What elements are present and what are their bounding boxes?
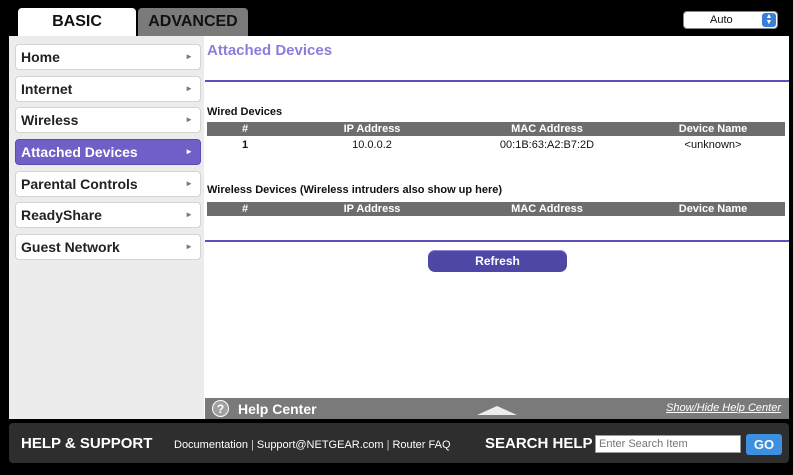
column-header-num: # (241, 123, 249, 135)
top-bar: BASIC ADVANCED Auto ▲ ▼ (0, 0, 793, 36)
column-header-device-name: Device Name (678, 203, 748, 215)
wired-devices-label: Wired Devices (207, 106, 283, 118)
tab-advanced[interactable]: ADVANCED (138, 8, 248, 36)
column-header-num: # (241, 203, 249, 215)
cell-device-name: <unknown> (684, 139, 742, 151)
link-separator: | (251, 439, 254, 451)
search-help-title: SEARCH HELP (485, 435, 593, 452)
router-faq-link[interactable]: Router FAQ (392, 439, 450, 451)
cell-ip: 10.0.0.2 (352, 139, 392, 151)
select-arrows-icon: ▲ ▼ (762, 13, 776, 27)
chevron-right-icon: ► (185, 52, 193, 61)
go-button[interactable]: GO (746, 434, 782, 455)
table-row: 1 10.0.0.2 00:1B:63:A2:B7:2D <unknown> (207, 138, 785, 152)
column-header-ip: IP Address (343, 203, 401, 215)
sidebar-item-guest-network[interactable]: Guest Network ► (15, 234, 201, 260)
sidebar-item-label: ReadyShare (21, 207, 102, 223)
sidebar-item-internet[interactable]: Internet ► (15, 76, 201, 102)
chevron-right-icon: ► (185, 242, 193, 251)
chevron-right-icon: ► (185, 84, 193, 93)
sidebar-item-wireless[interactable]: Wireless ► (15, 107, 201, 133)
help-icon[interactable]: ? (212, 400, 229, 417)
column-header-mac: MAC Address (511, 203, 583, 215)
wired-table-header: # IP Address MAC Address Device Name (207, 122, 785, 136)
language-select-value: Auto (710, 14, 733, 26)
wireless-devices-label: Wireless Devices (Wireless intruders als… (207, 184, 503, 196)
column-header-ip: IP Address (343, 123, 401, 135)
chevron-right-icon: ► (185, 179, 193, 188)
divider (205, 240, 789, 242)
cell-num: 1 (241, 139, 249, 151)
language-select[interactable]: Auto ▲ ▼ (683, 11, 778, 29)
sidebar-item-label: Attached Devices (21, 144, 138, 160)
sidebar: Home ► Internet ► Wireless ► Attached De… (9, 36, 204, 419)
sidebar-item-attached-devices[interactable]: Attached Devices ► (15, 139, 201, 165)
wireless-table-header: # IP Address MAC Address Device Name (207, 202, 785, 216)
cell-mac: 00:1B:63:A2:B7:2D (499, 139, 595, 151)
help-center-bar: ? Help Center Show/Hide Help Center (205, 398, 789, 419)
sidebar-item-readyshare[interactable]: ReadyShare ► (15, 202, 201, 228)
sidebar-item-label: Parental Controls (21, 176, 138, 192)
chevron-right-icon: ► (185, 115, 193, 124)
page-title: Attached Devices (207, 42, 333, 59)
support-email-link[interactable]: Support@NETGEAR.com (257, 439, 384, 451)
help-support-title: HELP & SUPPORT (21, 435, 153, 452)
show-hide-help-link[interactable]: Show/Hide Help Center (666, 402, 781, 414)
chevron-right-icon: ► (185, 210, 193, 219)
documentation-link[interactable]: Documentation (174, 439, 248, 451)
column-header-mac: MAC Address (511, 123, 583, 135)
expand-arrow-icon[interactable] (477, 406, 517, 415)
sidebar-item-home[interactable]: Home ► (15, 44, 201, 70)
sidebar-item-parental-controls[interactable]: Parental Controls ► (15, 171, 201, 197)
sidebar-item-label: Guest Network (21, 239, 120, 255)
divider (205, 80, 789, 82)
sidebar-item-label: Internet (21, 81, 73, 97)
main-frame: Home ► Internet ► Wireless ► Attached De… (9, 36, 789, 419)
content-area: Attached Devices Wired Devices # IP Addr… (205, 36, 789, 398)
column-header-device-name: Device Name (678, 123, 748, 135)
sidebar-item-label: Wireless (21, 112, 79, 128)
tab-basic[interactable]: BASIC (18, 8, 136, 36)
search-input[interactable] (595, 435, 741, 453)
support-links: Documentation | Support@NETGEAR.com | Router… (174, 439, 451, 451)
footer: HELP & SUPPORT Documentation | Support@NET… (9, 423, 789, 463)
refresh-button[interactable]: Refresh (428, 250, 567, 272)
sidebar-item-label: Home (21, 49, 60, 65)
help-center-title: Help Center (238, 401, 317, 417)
chevron-right-icon: ► (185, 147, 193, 156)
